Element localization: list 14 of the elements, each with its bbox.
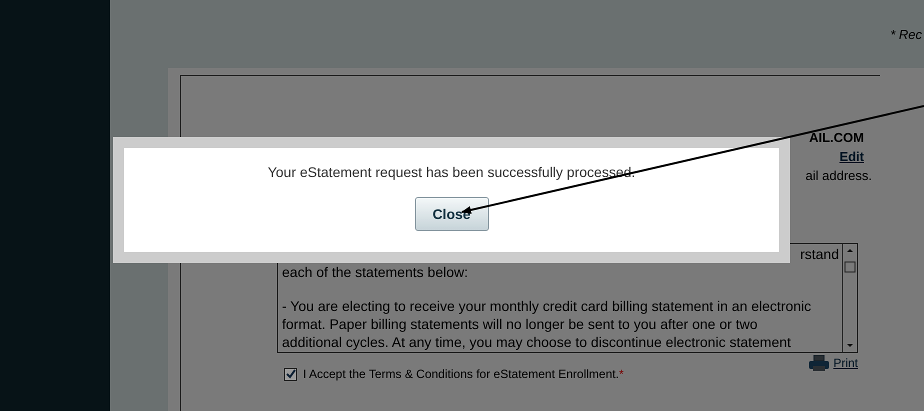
accept-label: I Accept the Terms & Conditions for eStatement Enrollment.* bbox=[303, 367, 624, 381]
terms-line: rstand bbox=[799, 245, 839, 263]
printer-icon bbox=[808, 355, 830, 371]
scrollbar-icon[interactable] bbox=[842, 244, 857, 352]
email-address: AIL.COM bbox=[809, 130, 864, 145]
accept-checkbox[interactable] bbox=[284, 368, 297, 380]
terms-paragraph: - You are electing to receive your monthly credit card billing statement in an electronic format. Paper billing statements will no longer be sent to you after one or two additional cycles. At any time, you may choose to discontinue electronic statement bbox=[282, 297, 812, 351]
required-note: * Rec bbox=[890, 26, 922, 42]
edit-link[interactable]: Edit bbox=[839, 149, 864, 164]
close-button[interactable]: Close bbox=[414, 197, 488, 231]
terms-line: each of the statements below: bbox=[282, 263, 469, 281]
email-note: ail address. bbox=[806, 168, 872, 183]
modal-message: Your eStatement request has been successfully processed. bbox=[268, 164, 636, 180]
print-link[interactable]: Print bbox=[808, 355, 858, 371]
